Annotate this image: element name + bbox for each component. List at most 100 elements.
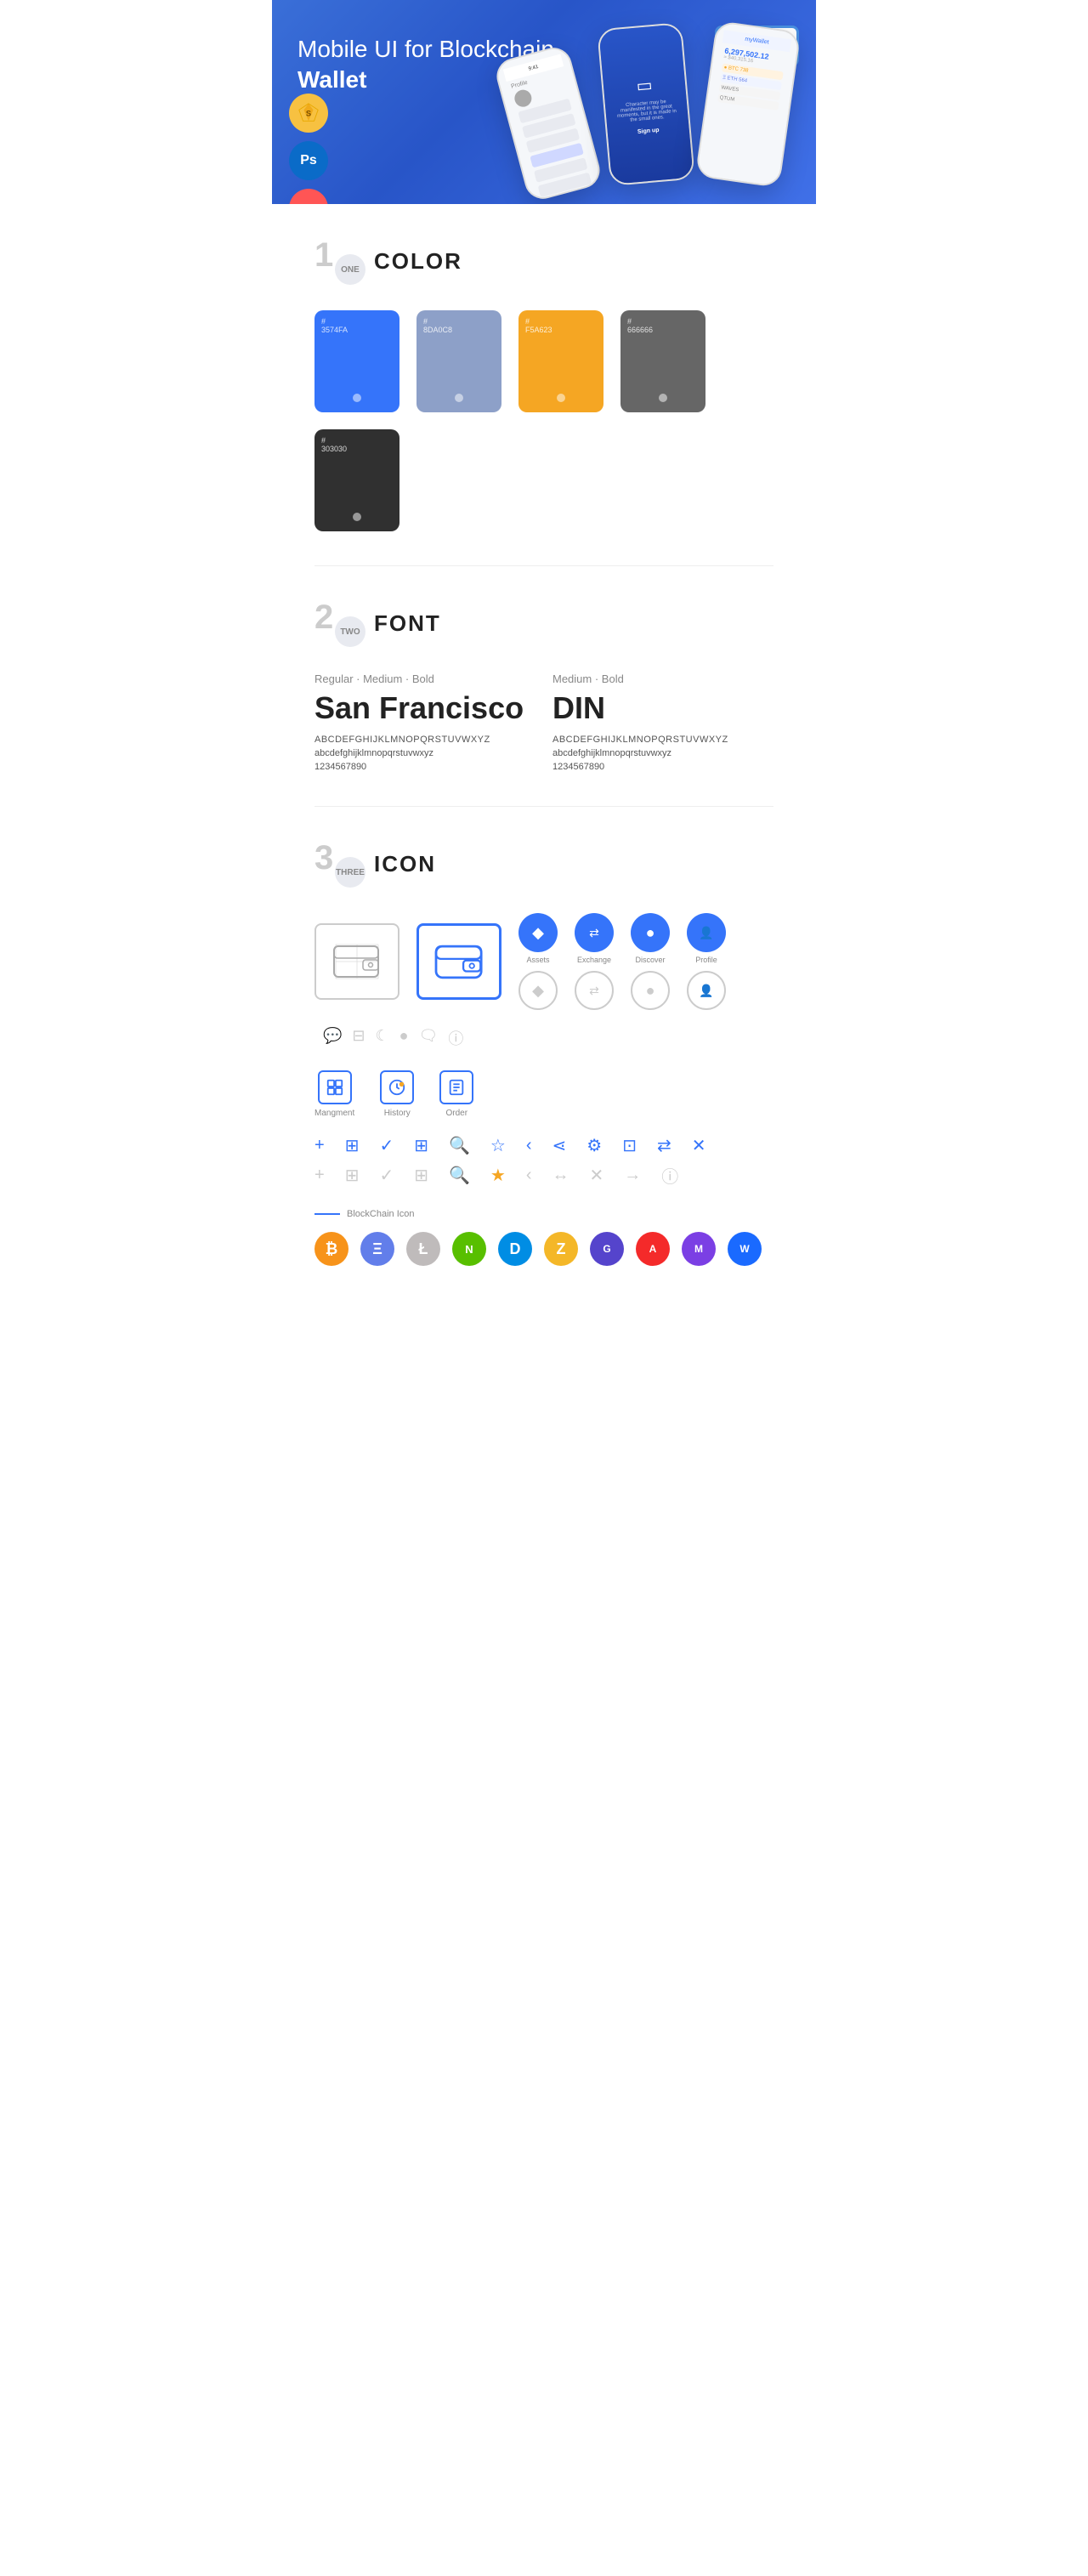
eth-icon: Ξ (360, 1232, 394, 1266)
star-filled-icon: ★ (490, 1165, 506, 1186)
font-section: 2 TWO FONT Regular · Medium · Bold San F… (272, 566, 816, 806)
plus-icon: + (314, 1136, 325, 1155)
phone-mockup-1: 9:41 Profile (493, 43, 604, 203)
forward-gray-icon: → (624, 1166, 641, 1185)
color-section: 1 ONE COLOR #3574FA #8DA0C8 #F5A623 #666… (272, 204, 816, 565)
font-din: Medium · Bold DIN ABCDEFGHIJKLMNOPQRSTUV… (552, 672, 774, 772)
hero-section: Mobile UI for Blockchain Wallet UI Kit S… (272, 0, 816, 204)
profile-icon-item: 👤 Profile (687, 913, 726, 964)
management-icon-item: Mangment (314, 1070, 354, 1118)
search-icon: 🔍 (449, 1135, 470, 1156)
neo-icon: N (452, 1232, 486, 1266)
grid-icon: ⊞ (345, 1135, 360, 1156)
qr-gray-icon: ⊞ (414, 1165, 428, 1186)
font-section-header: 2 TWO FONT (314, 600, 774, 647)
font-sf: Regular · Medium · Bold San Francisco AB… (314, 672, 536, 772)
swap-icon: ⇄ (657, 1135, 672, 1156)
matic-icon: M (682, 1232, 716, 1266)
swatch-slate: #8DA0C8 (416, 310, 502, 412)
close-icon: ✕ (692, 1135, 706, 1156)
svg-text:S: S (306, 110, 311, 118)
swatch-dark: #303030 (314, 429, 400, 531)
wallet-blue-icon (416, 923, 502, 1000)
management-icon (318, 1070, 352, 1104)
order-icon (439, 1070, 473, 1104)
section-number-1: 1 ONE (314, 238, 361, 285)
dash-icon: D (498, 1232, 532, 1266)
phone-mockup-3: myWallet 6,297,502.12 ≈ $40,315.16 ● BTC… (695, 20, 802, 188)
font-grid: Regular · Medium · Bold San Francisco AB… (314, 672, 774, 772)
star-icon: ☆ (490, 1135, 506, 1156)
discover-icon: ● (631, 913, 670, 952)
moon-icon: ☾ (376, 1027, 389, 1049)
exchange-icon-item: ⇄ Exchange (575, 913, 614, 964)
share-gray-icon: ↔ (552, 1166, 570, 1185)
icon-section: 3 THREE ICON (272, 807, 816, 1300)
check-gray-icon: ✓ (379, 1165, 394, 1186)
wallet-icon-row: ◆ Assets ⇄ Exchange ● Discover 👤 Profile (314, 913, 774, 1049)
ltc-icon: Ł (406, 1232, 440, 1266)
zcash-icon: Z (544, 1232, 578, 1266)
back-gray-icon: ‹ (526, 1166, 532, 1185)
ps-badge: Ps (289, 141, 328, 180)
circle-icon-group: ◆ Assets ⇄ Exchange ● Discover 👤 Profile (518, 913, 726, 1010)
message-icon: 🗨 (419, 1027, 439, 1049)
swatch-orange: #F5A623 (518, 310, 604, 412)
exchange-icon: ⇄ (575, 913, 614, 952)
discover-icon-item: ● Discover (631, 913, 670, 964)
plus-gray-icon: + (314, 1166, 325, 1185)
icon-section-header: 3 THREE ICON (314, 841, 774, 888)
screens-badge: 60+Screens (289, 189, 328, 204)
small-icons-row2: + ⊞ ✓ ⊞ 🔍 ★ ‹ ↔ ✕ → ⓘ (314, 1163, 774, 1188)
nav-icon-row: Mangment History Order (314, 1070, 774, 1118)
crypto-icons: ₿ Ξ Ł N D Z G A M W (314, 1232, 774, 1266)
history-icon (380, 1070, 414, 1104)
circle-icon: ● (400, 1027, 409, 1049)
wallet-wireframe-icon (314, 923, 400, 1000)
info-gray-icon: ⓘ (661, 1163, 678, 1188)
layers-icon: ⊟ (352, 1027, 365, 1049)
search-gray-icon: 🔍 (449, 1165, 470, 1186)
swatch-gray: #666666 (620, 310, 706, 412)
assets-outline-icon: ◆ (518, 971, 558, 1010)
back-icon: ‹ (526, 1136, 532, 1155)
discover-outline-icon: ● (631, 971, 670, 1010)
export-icon: ⊡ (622, 1135, 637, 1156)
color-title: COLOR (374, 248, 462, 275)
profile-outline-icon: 👤 (687, 971, 726, 1010)
icon-title: ICON (374, 851, 436, 877)
info-icon: ⓘ (448, 1027, 463, 1049)
tool-badges: S Ps 60+Screens (289, 94, 328, 204)
waves-icon: W (728, 1232, 762, 1266)
swatch-blue: #3574FA (314, 310, 400, 412)
blockchain-label-row: BlockChain Icon (314, 1209, 774, 1219)
chat-icon: 💬 (323, 1027, 342, 1049)
font-title: FONT (374, 610, 441, 637)
section-number-3: 3 THREE (314, 841, 361, 888)
assets-icon: ◆ (518, 913, 558, 952)
phone-mockup-2: ▭ Character may be manifested in the gre… (597, 22, 695, 186)
btc-icon: ₿ (314, 1232, 348, 1266)
small-icons-row1: + ⊞ ✓ ⊞ 🔍 ☆ ‹ ⋖ ⚙ ⊡ ⇄ ✕ (314, 1135, 774, 1156)
profile-icon: 👤 (687, 913, 726, 952)
settings-icon: ⚙ (586, 1135, 602, 1156)
check-icon: ✓ (379, 1135, 394, 1156)
assets-icon-item: ◆ Assets (518, 913, 558, 964)
share-icon: ⋖ (552, 1135, 567, 1156)
grid-crypto-icon: G (590, 1232, 624, 1266)
close-gray-icon: ✕ (590, 1165, 604, 1186)
extra-icon-group: 💬 ⊟ ☾ ● 🗨 ⓘ (323, 1027, 463, 1049)
phones-mockup: 9:41 Profile ▭ Character may be manifest… (493, 17, 816, 204)
history-icon-item: History (380, 1070, 414, 1118)
grid-gray-icon: ⊞ (345, 1165, 360, 1186)
order-icon-item: Order (439, 1070, 473, 1118)
exchange-outline-icon: ⇄ (575, 971, 614, 1010)
color-section-header: 1 ONE COLOR (314, 238, 774, 285)
ark-icon: A (636, 1232, 670, 1266)
section-number-2: 2 TWO (314, 600, 361, 647)
blockchain-section: BlockChain Icon ₿ Ξ Ł N D Z G A M W (314, 1209, 774, 1266)
blockchain-line (314, 1213, 340, 1215)
blockchain-label: BlockChain Icon (347, 1209, 415, 1219)
color-swatches: #3574FA #8DA0C8 #F5A623 #666666 #303030 (314, 310, 774, 531)
qr-icon: ⊞ (414, 1135, 428, 1156)
